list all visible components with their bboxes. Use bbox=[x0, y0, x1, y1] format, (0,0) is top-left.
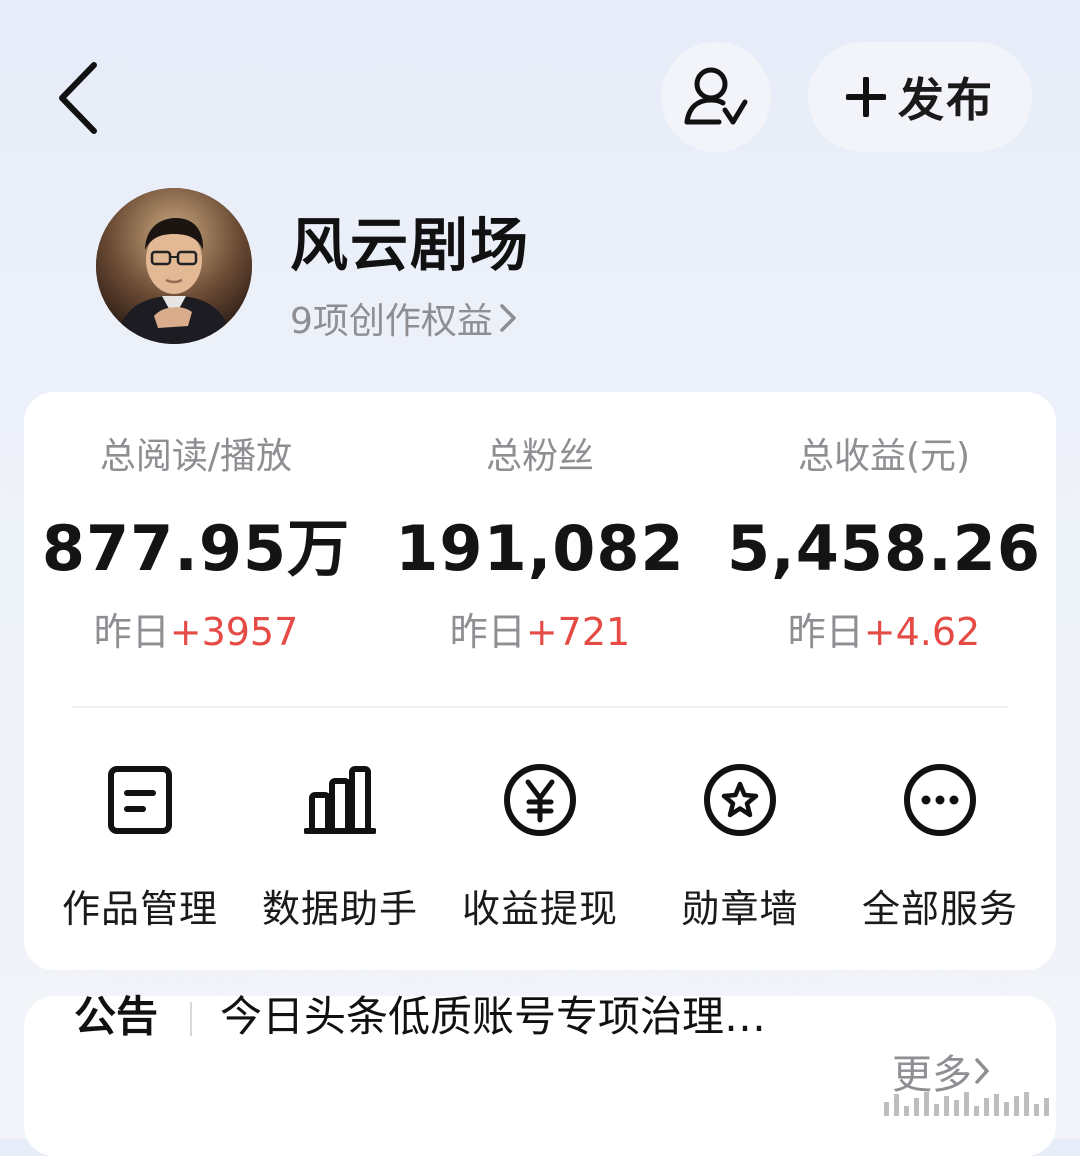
more-icon bbox=[904, 764, 976, 836]
publish-button[interactable]: 发布 bbox=[808, 42, 1032, 152]
notice-tag: 公告 bbox=[74, 992, 159, 1041]
stat-total-reads[interactable]: 总阅读/播放 877.95万 昨日+3957 bbox=[24, 432, 368, 658]
star-badge-icon bbox=[704, 764, 776, 836]
bar-chart-icon bbox=[304, 766, 376, 834]
stat-value: 5,458.26 bbox=[727, 512, 1041, 585]
service-data-assistant[interactable]: 数据助手 bbox=[238, 750, 442, 933]
stat-delta-prefix: 昨日 bbox=[449, 610, 526, 654]
notice-text[interactable]: 今日头条低质账号专项治理… bbox=[220, 996, 766, 1038]
profile-name: 风云剧场 bbox=[290, 211, 531, 279]
stat-value: 191,082 bbox=[395, 512, 685, 585]
back-button[interactable] bbox=[44, 58, 114, 138]
stat-delta: 昨日+3957 bbox=[24, 606, 368, 658]
service-label: 收益提现 bbox=[461, 887, 618, 931]
creator-rights-link[interactable]: 9项创作权益 bbox=[290, 292, 519, 344]
stat-label: 总阅读/播放 bbox=[99, 436, 293, 477]
stats-card: 总阅读/播放 877.95万 昨日+3957 总粉丝 191,082 昨日+72… bbox=[24, 392, 1056, 970]
service-earnings-withdraw[interactable]: 收益提现 bbox=[438, 750, 642, 933]
avatar[interactable] bbox=[96, 188, 252, 344]
stat-delta-value: +721 bbox=[525, 610, 631, 654]
chevron-right-icon bbox=[500, 304, 516, 332]
service-label: 数据助手 bbox=[261, 887, 418, 931]
document-icon bbox=[108, 766, 172, 834]
divider bbox=[72, 706, 1008, 708]
service-medal-wall[interactable]: 勋章墙 bbox=[638, 750, 842, 933]
plus-icon bbox=[846, 77, 886, 117]
stat-label: 总收益(元) bbox=[797, 436, 971, 477]
creator-rights-label: 9项创作权益 bbox=[290, 301, 493, 342]
stat-delta-prefix: 昨日 bbox=[93, 610, 170, 654]
stat-total-earnings[interactable]: 总收益(元) 5,458.26 昨日+4.62 bbox=[712, 432, 1056, 658]
stat-label: 总粉丝 bbox=[485, 436, 594, 477]
watermark-graphic bbox=[884, 1090, 1054, 1116]
stat-value: 877.95万 bbox=[41, 512, 351, 585]
stat-delta-prefix: 昨日 bbox=[787, 610, 864, 654]
stat-delta-value: +3957 bbox=[169, 610, 299, 654]
user-check-icon bbox=[684, 67, 748, 125]
service-all-services[interactable]: 全部服务 bbox=[838, 750, 1042, 933]
service-label: 作品管理 bbox=[61, 887, 218, 931]
notice-card: 公告 今日头条低质账号专项治理… 更多 bbox=[24, 996, 1056, 1156]
service-label: 全部服务 bbox=[861, 887, 1018, 931]
chevron-right-icon bbox=[975, 1058, 989, 1084]
publish-label: 发布 bbox=[898, 73, 994, 127]
chevron-left-icon bbox=[59, 62, 97, 134]
service-label: 勋章墙 bbox=[681, 887, 799, 931]
yen-coin-icon bbox=[504, 764, 576, 836]
stat-total-fans[interactable]: 总粉丝 191,082 昨日+721 bbox=[368, 432, 712, 658]
notice-separator bbox=[190, 1002, 192, 1036]
stat-delta-value: +4.62 bbox=[863, 610, 981, 654]
follow-user-button[interactable] bbox=[661, 42, 771, 152]
service-works-management[interactable]: 作品管理 bbox=[38, 750, 242, 933]
stat-delta: 昨日+4.62 bbox=[712, 606, 1056, 658]
stat-delta: 昨日+721 bbox=[368, 606, 712, 658]
